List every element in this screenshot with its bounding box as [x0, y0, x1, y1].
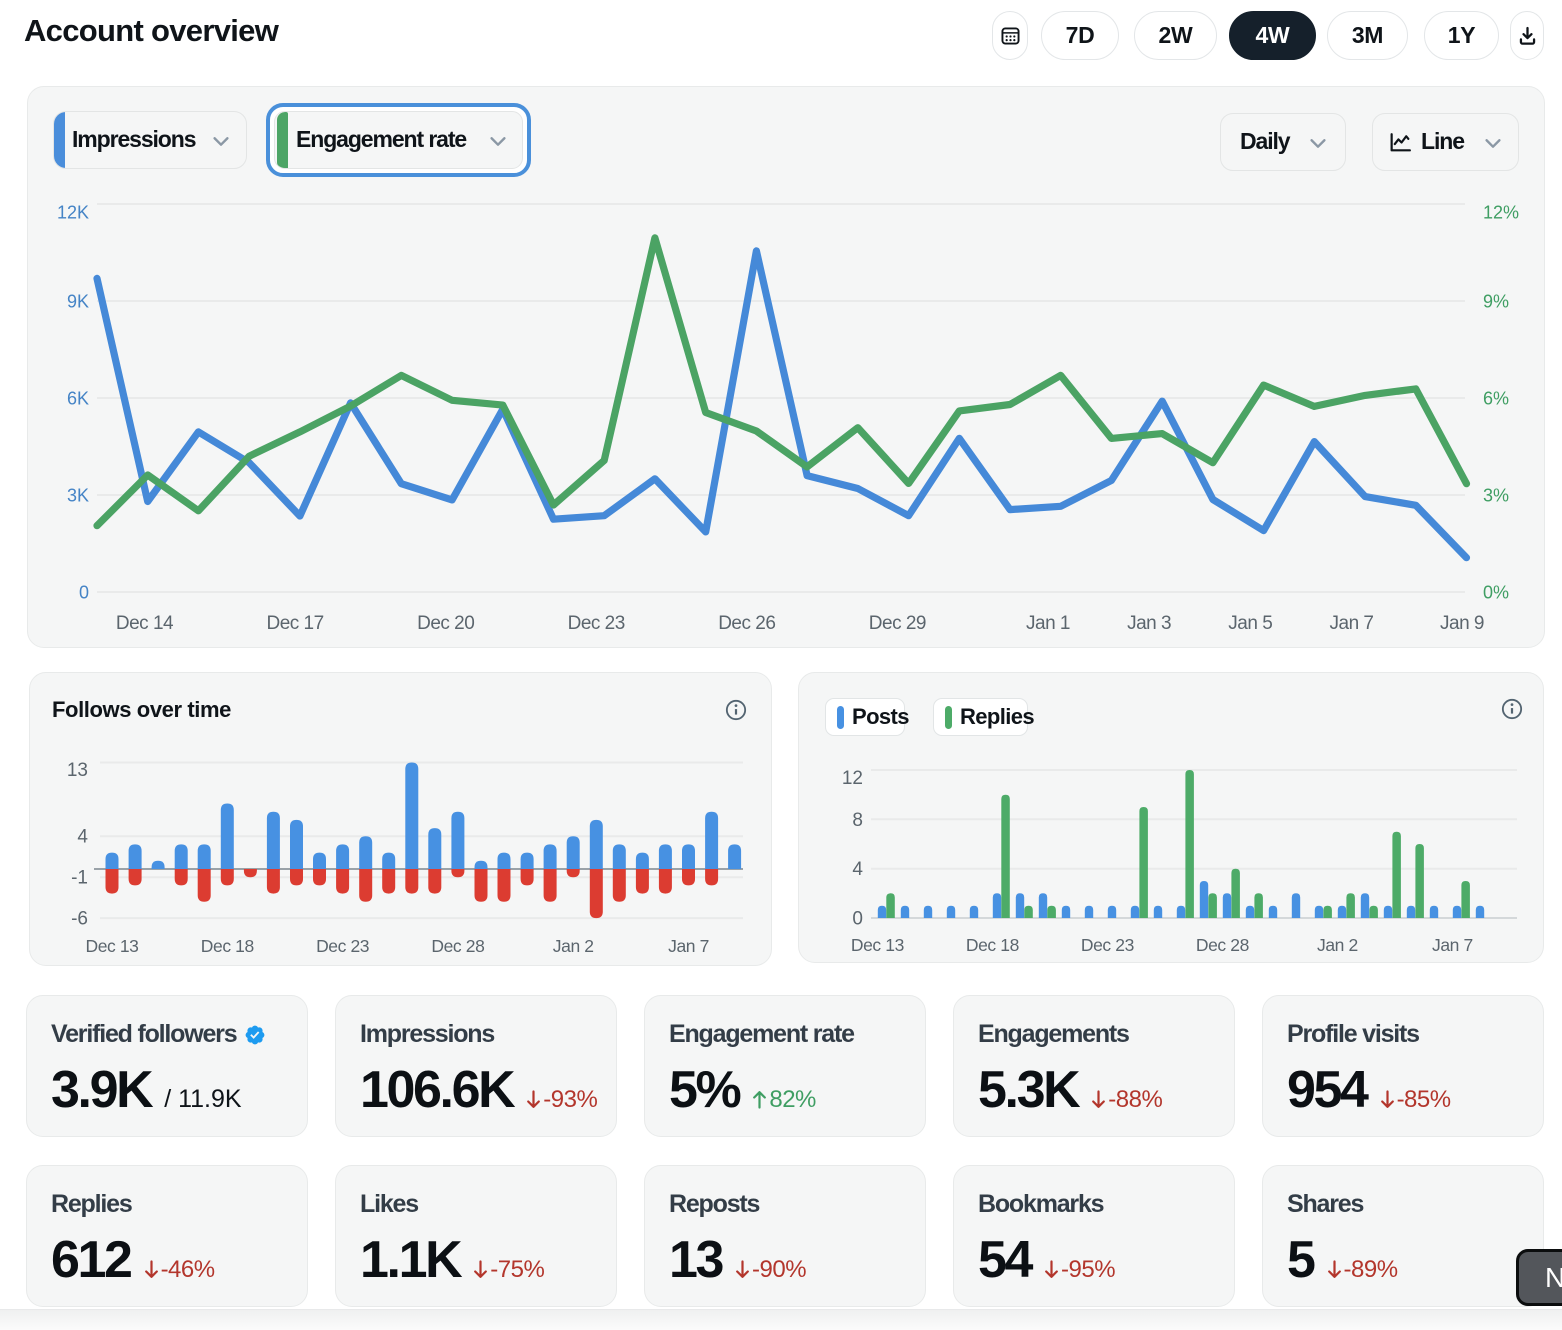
svg-text:0: 0 — [79, 583, 89, 603]
svg-text:Dec 17: Dec 17 — [266, 613, 323, 634]
svg-text:Dec 14: Dec 14 — [116, 613, 174, 634]
svg-text:Dec 23: Dec 23 — [1081, 935, 1134, 955]
svg-text:-6: -6 — [71, 909, 88, 930]
svg-text:Dec 20: Dec 20 — [417, 613, 474, 634]
svg-text:8: 8 — [852, 810, 863, 831]
svg-text:Dec 28: Dec 28 — [431, 936, 484, 956]
svg-text:Jan 7: Jan 7 — [668, 936, 709, 956]
svg-text:12: 12 — [842, 768, 863, 789]
svg-text:Jan 9: Jan 9 — [1440, 613, 1484, 634]
svg-text:13: 13 — [67, 760, 88, 781]
svg-text:Dec 23: Dec 23 — [316, 936, 369, 956]
svg-text:9%: 9% — [1483, 292, 1509, 312]
svg-text:Dec 13: Dec 13 — [85, 936, 138, 956]
svg-text:Jan 7: Jan 7 — [1432, 935, 1473, 955]
svg-text:Jan 2: Jan 2 — [553, 936, 594, 956]
svg-text:6K: 6K — [67, 389, 89, 409]
svg-text:Dec 28: Dec 28 — [1196, 935, 1249, 955]
svg-text:3%: 3% — [1483, 486, 1509, 506]
svg-text:4: 4 — [77, 827, 88, 848]
svg-text:Jan 1: Jan 1 — [1026, 613, 1070, 634]
svg-text:Jan 7: Jan 7 — [1330, 613, 1374, 634]
svg-text:4: 4 — [852, 859, 863, 880]
svg-text:Dec 18: Dec 18 — [966, 935, 1019, 955]
svg-text:0%: 0% — [1483, 583, 1509, 603]
svg-text:9K: 9K — [67, 292, 89, 312]
svg-text:0: 0 — [852, 909, 863, 930]
svg-text:Dec 23: Dec 23 — [568, 613, 625, 634]
svg-text:Jan 5: Jan 5 — [1228, 613, 1272, 634]
svg-text:6%: 6% — [1483, 389, 1509, 409]
svg-text:12K: 12K — [57, 203, 89, 223]
svg-text:Jan 3: Jan 3 — [1127, 613, 1171, 634]
svg-text:Dec 13: Dec 13 — [851, 935, 904, 955]
svg-text:Dec 26: Dec 26 — [718, 613, 775, 634]
svg-text:Dec 29: Dec 29 — [869, 613, 926, 634]
svg-text:3K: 3K — [67, 486, 89, 506]
svg-text:-1: -1 — [71, 868, 88, 889]
svg-text:12%: 12% — [1483, 203, 1519, 223]
svg-text:Dec 18: Dec 18 — [201, 936, 254, 956]
svg-text:Jan 2: Jan 2 — [1317, 935, 1358, 955]
